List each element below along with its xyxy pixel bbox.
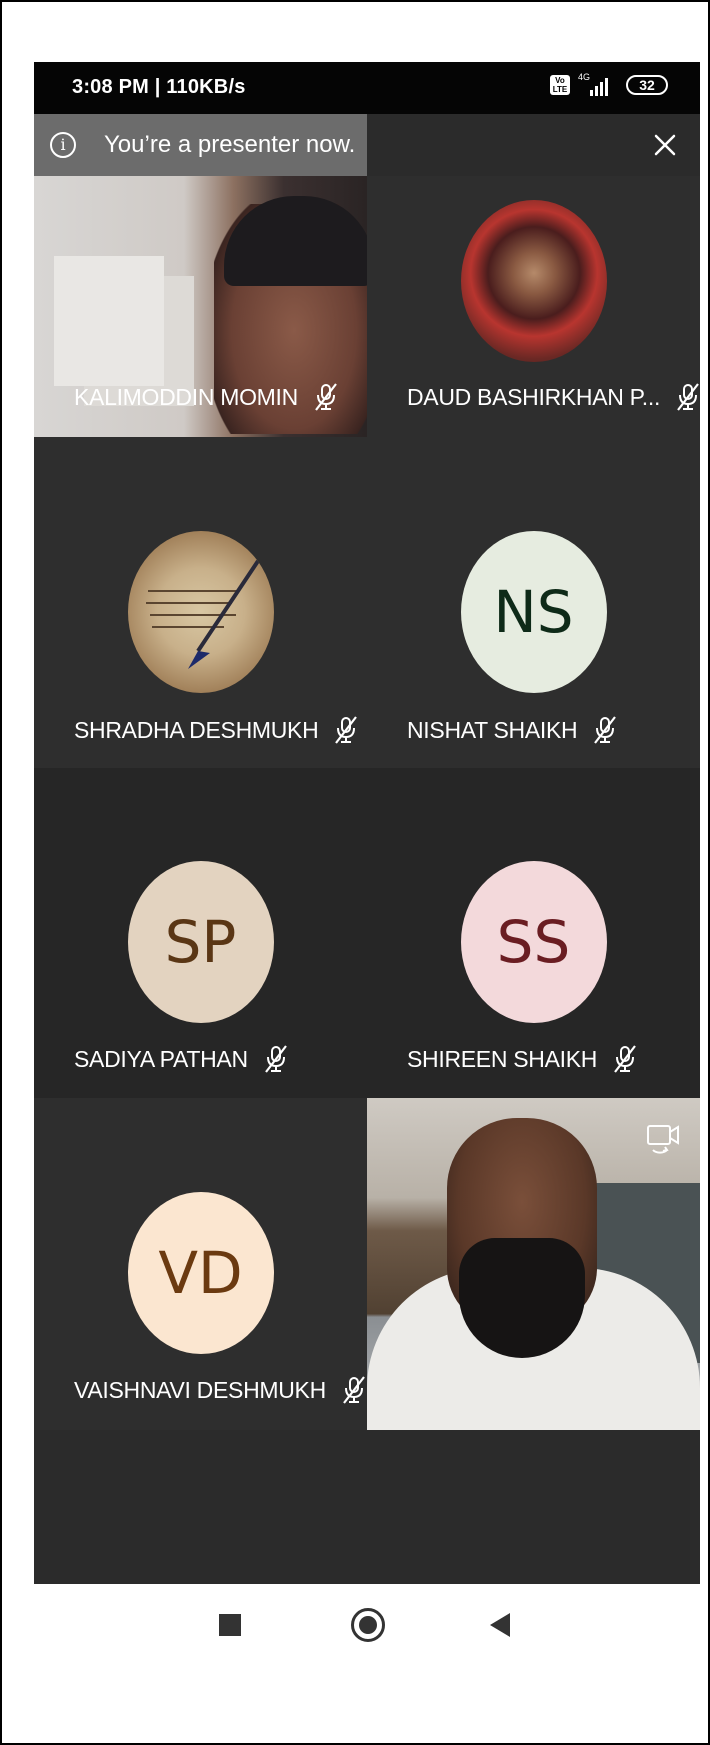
status-icons: Vo LTE 4G 32	[550, 72, 668, 96]
mic-off-icon	[264, 1045, 287, 1073]
mic-off-icon	[315, 383, 337, 411]
info-icon: i	[50, 132, 76, 158]
participant-name: SHIREEN SHAIKH	[407, 1045, 598, 1072]
mic-off-icon	[335, 716, 358, 744]
mic-off-icon	[677, 383, 699, 411]
avatar: SP	[127, 861, 274, 1023]
avatar: VD	[127, 1192, 274, 1354]
status-time: 3:08 PM | 110KB/s	[72, 76, 246, 98]
phone-screen: 3:08 PM | 110KB/s Vo LTE 4G 32 i You’re a…	[34, 62, 700, 1668]
participant-name: SHRADHA DESHMUKH	[74, 716, 319, 743]
status-bar: 3:08 PM | 110KB/s Vo LTE 4G 32	[34, 62, 700, 114]
battery-icon: 32	[626, 75, 668, 95]
quill-icon	[145, 559, 260, 669]
participant-name: DAUD BASHIRKHAN P...	[407, 383, 661, 410]
participant-tile-kalimoddin[interactable]: KALIMODDIN MOMIN	[34, 176, 367, 437]
participant-tile-shradha[interactable]: SHRADHA DESHMUKH	[34, 437, 367, 768]
participant-tile-sadiya[interactable]: SP SADIYA PATHAN	[34, 768, 367, 1098]
avatar: NS	[460, 531, 607, 693]
close-icon[interactable]	[650, 130, 680, 160]
participant-name: SADIYA PATHAN	[74, 1045, 248, 1072]
avatar	[127, 531, 274, 693]
network-type: 4G	[578, 72, 591, 82]
back-button[interactable]	[490, 1613, 510, 1637]
mic-off-icon	[343, 1376, 365, 1404]
recents-button[interactable]	[219, 1614, 241, 1636]
home-button[interactable]	[351, 1608, 385, 1642]
mic-off-icon	[614, 1045, 636, 1073]
participant-tile-daud[interactable]: DAUD BASHIRKHAN P...	[367, 176, 700, 437]
avatar: SS	[460, 861, 607, 1023]
participant-name: NISHAT SHAIKH	[407, 716, 578, 743]
avatar	[460, 200, 607, 362]
signal-icon: 4G	[578, 72, 618, 96]
participant-tile-vaishnavi[interactable]: VD VAISHNAVI DESHMUKH	[34, 1098, 367, 1430]
participant-name: VAISHNAVI DESHMUKH	[74, 1376, 326, 1403]
self-video-tile[interactable]	[367, 1098, 700, 1430]
volte-icon: Vo LTE	[550, 75, 570, 95]
participant-name: KALIMODDIN MOMIN	[74, 383, 298, 410]
participant-tile-shireen[interactable]: SS SHIREEN SHAIKH	[367, 768, 700, 1098]
banner-text: You’re a presenter now.	[104, 131, 356, 158]
participant-tile-nishat[interactable]: NS NISHAT SHAIKH	[367, 437, 700, 768]
presenter-banner: i You’re a presenter now.	[34, 114, 367, 176]
mic-off-icon	[594, 716, 617, 744]
android-nav-bar	[34, 1584, 700, 1668]
switch-camera-icon[interactable]	[645, 1120, 681, 1156]
